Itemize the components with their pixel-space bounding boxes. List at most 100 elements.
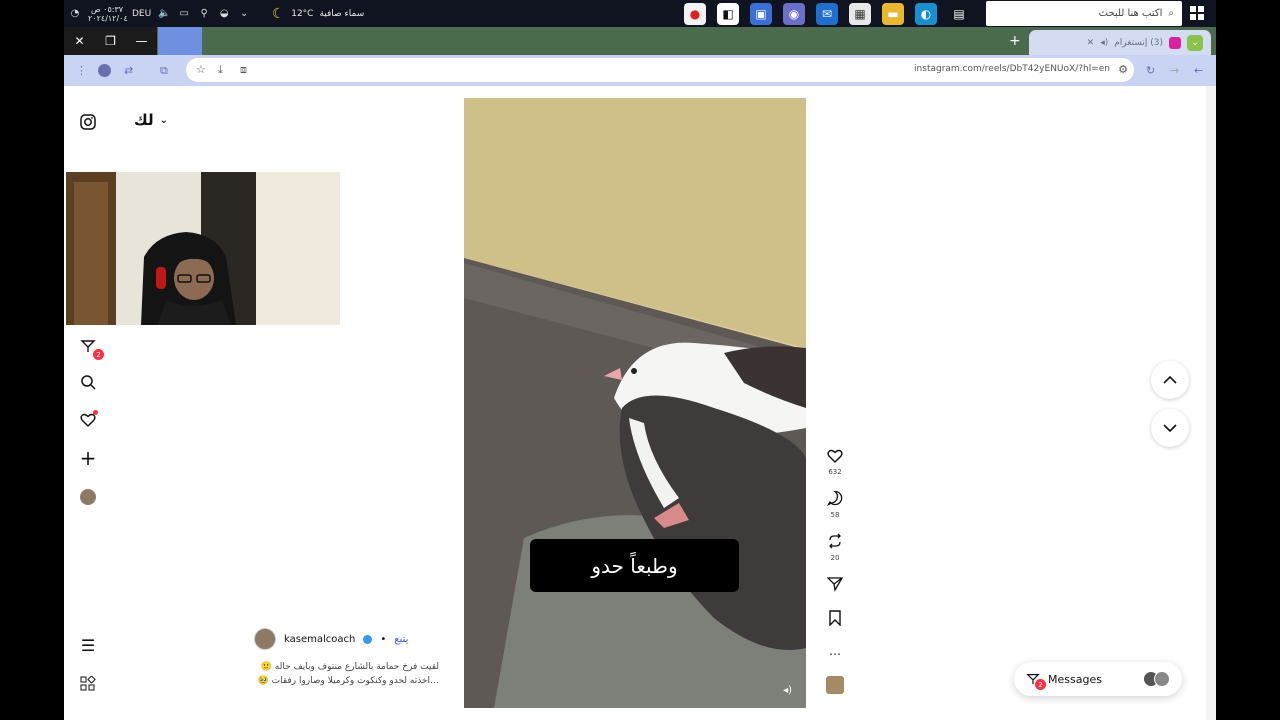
separator-dot: •: [380, 633, 387, 645]
share-send-icon[interactable]: [826, 576, 844, 596]
tab-close-icon[interactable]: ✕: [1087, 38, 1095, 48]
moon-icon: ☾: [271, 5, 285, 22]
messages-button[interactable]: 2 Messages: [1014, 662, 1182, 696]
reel-caption: وطبعاً حدو: [530, 539, 739, 592]
back-icon[interactable]: ←: [1194, 64, 1203, 77]
notification-icon[interactable]: ◔: [68, 7, 82, 21]
save-action: [828, 610, 842, 630]
location-icon[interactable]: ⚲: [197, 7, 211, 21]
bookmark-star-icon[interactable]: ☆: [196, 63, 206, 76]
chevron-up-icon: [1163, 376, 1177, 384]
chevron-up-icon[interactable]: ⌄: [237, 7, 251, 21]
tab-group-marker: [158, 27, 202, 55]
screen: ◔ ٠٥:٣٧ ص ٢٠٢٤/١٢/٠٤ DEU 🔈 ▭ ⚲ ◒ ⌄ ☾ 12°…: [64, 0, 1216, 720]
recorder-app-icon[interactable]: ●: [684, 3, 706, 25]
instagram-favicon-icon: [1169, 36, 1181, 49]
tab-title: (3) إنستغرام: [1114, 37, 1163, 48]
tab-audio-icon[interactable]: ◂): [1100, 38, 1108, 48]
windows-start-icon[interactable]: [1190, 6, 1204, 20]
feed-selector[interactable]: لك ⌄: [134, 111, 168, 129]
close-window-icon[interactable]: ✕: [64, 27, 95, 55]
message-avatar: [1154, 671, 1170, 687]
explorer-app-icon[interactable]: ▬: [882, 3, 904, 25]
instagram-logo-icon[interactable]: [78, 112, 98, 132]
restore-window-icon[interactable]: ❐: [95, 27, 126, 55]
repost-count: 20: [830, 554, 840, 562]
wifi-icon[interactable]: ◒: [217, 7, 231, 21]
reel-description[interactable]: لقيت فرخ حمامة بالشارع منتوف وبايف حاله …: [254, 660, 439, 688]
audio-thumbnail[interactable]: [826, 676, 844, 694]
also-from-meta-icon[interactable]: [78, 674, 98, 694]
instagram-page: لك ⌄ 2 + ☰ وطبعاً حدو ◂) 632 58 20 … kas…: [64, 86, 1216, 720]
toolbar: ⋮ ⇄ ⧉ ☆ ⤓ ⧈ instagram.com/reels/DbT42yEN…: [64, 55, 1216, 86]
reel-video[interactable]: وطبعاً حدو ◂): [464, 98, 806, 708]
like-count: 632: [828, 468, 842, 476]
reel-author: kasemalcoach • يتبع: [254, 628, 408, 650]
profile-icon[interactable]: [98, 64, 111, 77]
author-username[interactable]: kasemalcoach: [284, 634, 355, 645]
temperature[interactable]: 12°C: [291, 9, 313, 19]
more-menu-icon[interactable]: ☰: [78, 635, 98, 655]
edge-app-icon[interactable]: ◐: [915, 3, 937, 25]
download-icon[interactable]: ⤓: [218, 63, 223, 77]
clock-time: ٠٥:٣٧ ص: [90, 4, 124, 14]
bookmark-icon[interactable]: [828, 610, 842, 630]
outlook-app-icon[interactable]: ✉: [816, 3, 838, 25]
repost-icon[interactable]: [827, 533, 843, 553]
messenger-icon: 2: [1026, 672, 1046, 690]
reload-icon[interactable]: ↻: [1146, 64, 1155, 77]
weather[interactable]: سماء صافية: [319, 9, 364, 19]
chrome-app-icon[interactable]: ◉: [783, 3, 805, 25]
site-info-icon[interactable]: ⚙: [1118, 63, 1128, 76]
store-app-icon[interactable]: ▣: [750, 3, 772, 25]
task-view-icon[interactable]: ▤: [948, 3, 970, 25]
author-avatar[interactable]: [254, 628, 276, 650]
address-bar[interactable]: ☆ ⤓ ⧈ instagram.com/reels/DbT42yENUoX/?h…: [186, 58, 1134, 82]
network-icon[interactable]: ▭: [177, 7, 191, 21]
minimize-window-icon[interactable]: —: [126, 27, 157, 55]
tab-strip: ✕ ❐ — + ✕ ◂) (3) إنستغرام ⌄: [64, 27, 1216, 55]
messages-pill-badge: 2: [1035, 679, 1046, 690]
messenger-icon[interactable]: 2: [78, 336, 104, 360]
extensions-icon[interactable]: ⧉: [160, 64, 168, 78]
verified-badge-icon: [363, 634, 373, 644]
like-heart-icon[interactable]: [827, 448, 843, 467]
taskbar-apps: ● ◧ ▣ ◉ ✉ ▦ ▬ ◐ ▤: [684, 3, 970, 25]
profile-avatar[interactable]: [78, 487, 98, 507]
search-placeholder: اكتب هنا للبحث: [1098, 8, 1163, 19]
forward-icon[interactable]: →: [1170, 64, 1179, 77]
search-icon[interactable]: [78, 372, 98, 392]
repost-action: 20: [827, 533, 843, 562]
mute-toggle-icon[interactable]: ◂): [783, 685, 792, 696]
next-reel-button[interactable]: [1151, 409, 1189, 447]
follow-button[interactable]: يتبع: [394, 634, 408, 645]
volume-icon[interactable]: 🔈: [157, 7, 171, 21]
new-tab-icon[interactable]: +: [1009, 33, 1021, 49]
create-plus-icon[interactable]: +: [78, 446, 98, 470]
comment-icon[interactable]: [826, 490, 843, 510]
reel-actions: 632 58 20 …: [824, 448, 846, 694]
search-icon: ⌕: [1168, 8, 1174, 19]
notifications-heart-icon[interactable]: [78, 410, 98, 430]
page-scrollbar[interactable]: [1206, 86, 1216, 720]
share-action: [826, 576, 844, 596]
clock[interactable]: ٠٥:٣٧ ص ٢٠٢٤/١٢/٠٤: [88, 4, 128, 23]
language-indicator[interactable]: DEU: [132, 9, 151, 19]
reel-frame-image: [464, 98, 806, 708]
description-line-1: لقيت فرخ حمامة بالشارع منتوف وبايف حاله …: [260, 662, 439, 672]
chevron-down-icon: ⌄: [159, 114, 168, 126]
tab-search-icon[interactable]: ⌄: [1187, 34, 1203, 51]
capcut-app-icon[interactable]: ◧: [717, 3, 739, 25]
taskbar-search[interactable]: اكتب هنا للبحث ⌕: [986, 1, 1182, 26]
menu-dots-icon[interactable]: ⋮: [76, 64, 87, 77]
taskbar: ◔ ٠٥:٣٧ ص ٢٠٢٤/١٢/٠٤ DEU 🔈 ▭ ⚲ ◒ ⌄ ☾ 12°…: [64, 0, 1216, 27]
more-options-icon[interactable]: …: [829, 644, 841, 658]
previous-reel-button[interactable]: [1151, 361, 1189, 399]
screenshot-icon[interactable]: ⧈: [240, 63, 247, 77]
translate-icon[interactable]: ⇄: [124, 64, 133, 77]
more-action: …: [829, 644, 841, 658]
tab-instagram[interactable]: ✕ ◂) (3) إنستغرام ⌄: [1029, 30, 1211, 55]
like-action: 632: [827, 448, 843, 476]
message-avatars: [1143, 671, 1170, 687]
calendar-app-icon[interactable]: ▦: [849, 3, 871, 25]
